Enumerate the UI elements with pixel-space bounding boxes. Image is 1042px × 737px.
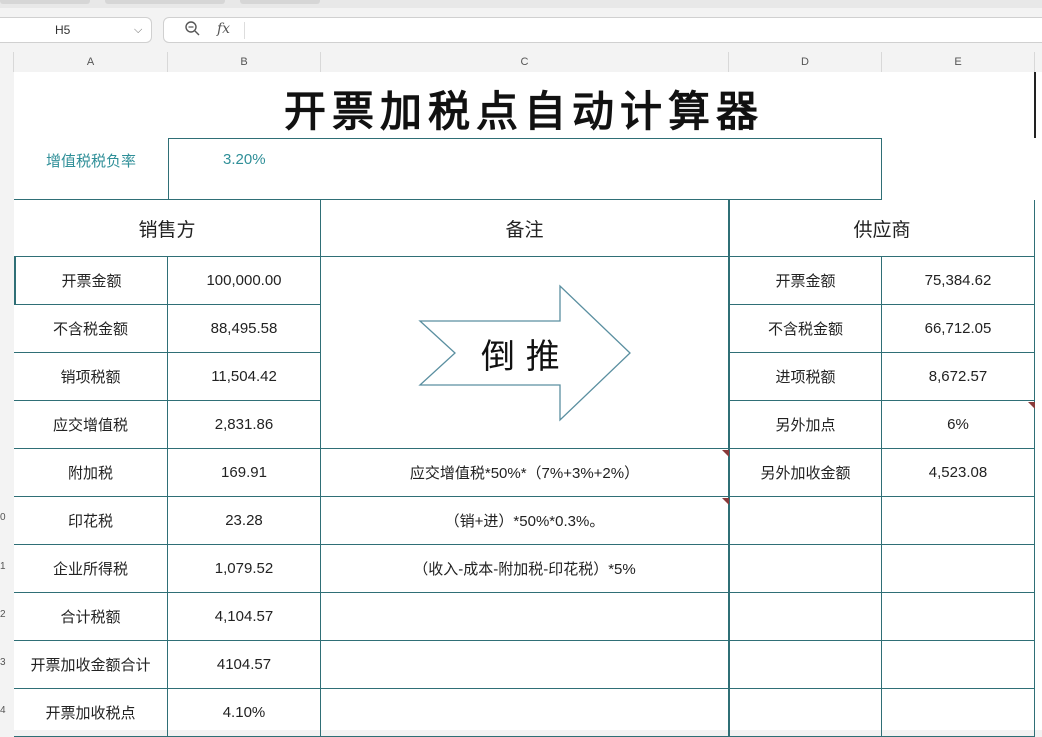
seller-value-8[interactable]: 4104.57 bbox=[168, 641, 321, 689]
note-row-3[interactable] bbox=[321, 593, 729, 641]
name-box-value: H5 bbox=[55, 23, 71, 37]
supplier-empty-value-6[interactable] bbox=[882, 545, 1035, 593]
row-header-strip[interactable] bbox=[0, 72, 14, 730]
comment-marker[interactable] bbox=[722, 498, 729, 505]
note-row-0[interactable]: 应交增值税*50%*（7%+3%+2%） bbox=[321, 449, 729, 497]
chevron-down-icon[interactable]: ⌵ bbox=[134, 23, 142, 37]
supplier-label-1[interactable]: 不含税金额 bbox=[729, 305, 882, 353]
supplier-value-0[interactable]: 75,384.62 bbox=[882, 257, 1035, 305]
formula-bar[interactable]: fx bbox=[163, 17, 1042, 43]
seller-label-6[interactable]: 企业所得税 bbox=[14, 545, 168, 593]
tax-rate-label[interactable]: 增值税税负率 bbox=[14, 138, 168, 200]
column-header-c[interactable]: C bbox=[321, 52, 729, 72]
seller-label-8[interactable]: 开票加收金额合计 bbox=[14, 641, 168, 689]
seller-label-5[interactable]: 印花税 bbox=[14, 497, 168, 545]
supplier-header[interactable]: 供应商 bbox=[729, 200, 1035, 257]
arrow-merged-cell[interactable]: 倒 推 bbox=[321, 257, 729, 449]
tab-3[interactable] bbox=[240, 0, 320, 4]
seller-label-0[interactable]: 开票金额 bbox=[14, 257, 168, 305]
seller-label-4[interactable]: 附加税 bbox=[14, 449, 168, 497]
zoom-icon[interactable] bbox=[184, 20, 200, 40]
seller-value-1[interactable]: 88,495.58 bbox=[168, 305, 321, 353]
sheet-grid[interactable]: 开票加税点自动计算器 增值税税负率 3.20% 销售方 备注 供应商 开票金额 … bbox=[14, 72, 1042, 737]
seller-label-3[interactable]: 应交增值税 bbox=[14, 401, 168, 449]
seller-value-5[interactable]: 23.28 bbox=[168, 497, 321, 545]
function-icon[interactable]: fx bbox=[217, 21, 230, 37]
seller-label-7[interactable]: 合计税额 bbox=[14, 593, 168, 641]
note-row-1[interactable]: （销+进）*50%*0.3%。 bbox=[321, 497, 729, 545]
column-divider bbox=[1034, 72, 1036, 138]
seller-header[interactable]: 销售方 bbox=[14, 200, 321, 257]
supplier-empty-label-8[interactable] bbox=[729, 641, 882, 689]
page-title[interactable]: 开票加税点自动计算器 bbox=[14, 78, 1034, 138]
supplier-empty-value-8[interactable] bbox=[882, 641, 1035, 689]
seller-value-0[interactable]: 100,000.00 bbox=[168, 257, 321, 305]
seller-value-4[interactable]: 169.91 bbox=[168, 449, 321, 497]
note-row-4[interactable] bbox=[321, 641, 729, 689]
supplier-value-4[interactable]: 4,523.08 bbox=[882, 449, 1035, 497]
supplier-empty-value-5[interactable] bbox=[882, 497, 1035, 545]
arrow-text: 倒 推 bbox=[481, 337, 560, 377]
seller-label-2[interactable]: 销项税额 bbox=[14, 353, 168, 401]
seller-label-1[interactable]: 不含税金额 bbox=[14, 305, 168, 353]
corner-cell[interactable] bbox=[0, 52, 14, 72]
column-header-a[interactable]: A bbox=[14, 52, 168, 72]
column-header-e[interactable]: E bbox=[882, 52, 1035, 72]
seller-value-2[interactable]: 11,504.42 bbox=[168, 353, 321, 401]
supplier-empty-label-5[interactable] bbox=[729, 497, 882, 545]
comment-marker[interactable] bbox=[1028, 402, 1035, 409]
supplier-label-3[interactable]: 另外加点 bbox=[729, 401, 882, 449]
seller-value-3[interactable]: 2,831.86 bbox=[168, 401, 321, 449]
seller-value-6[interactable]: 1,079.52 bbox=[168, 545, 321, 593]
supplier-empty-label-6[interactable] bbox=[729, 545, 882, 593]
note-header[interactable]: 备注 bbox=[321, 200, 729, 257]
formula-bar-divider bbox=[244, 22, 245, 39]
supplier-empty-label-7[interactable] bbox=[729, 593, 882, 641]
tab-2[interactable] bbox=[105, 0, 225, 4]
seller-value-7[interactable]: 4,104.57 bbox=[168, 593, 321, 641]
supplier-value-3[interactable]: 6% bbox=[882, 401, 1035, 449]
supplier-label-4[interactable]: 另外加收金额 bbox=[729, 449, 882, 497]
supplier-empty-value-7[interactable] bbox=[882, 593, 1035, 641]
row-header-13[interactable]: 3 bbox=[0, 657, 14, 673]
note-row-2[interactable]: （收入-成本-附加税-印花税）*5% bbox=[321, 545, 729, 593]
column-header-b[interactable]: B bbox=[168, 52, 321, 72]
row-header-14[interactable]: 4 bbox=[0, 705, 14, 721]
supplier-label-0[interactable]: 开票金额 bbox=[729, 257, 882, 305]
row-header-12[interactable]: 2 bbox=[0, 609, 14, 625]
row-header-10[interactable]: 0 bbox=[0, 512, 14, 528]
window-top-strip bbox=[0, 0, 1042, 8]
comment-marker[interactable] bbox=[722, 450, 729, 457]
supplier-value-1[interactable]: 66,712.05 bbox=[882, 305, 1035, 353]
tab-1[interactable] bbox=[0, 0, 90, 4]
supplier-label-2[interactable]: 进项税额 bbox=[729, 353, 882, 401]
name-box[interactable]: H5 ⌵ bbox=[0, 17, 152, 43]
column-header-d[interactable]: D bbox=[729, 52, 882, 72]
tax-rate-value[interactable]: 3.20% bbox=[168, 138, 882, 200]
supplier-value-2[interactable]: 8,672.57 bbox=[882, 353, 1035, 401]
row-header-11[interactable]: 1 bbox=[0, 561, 14, 577]
